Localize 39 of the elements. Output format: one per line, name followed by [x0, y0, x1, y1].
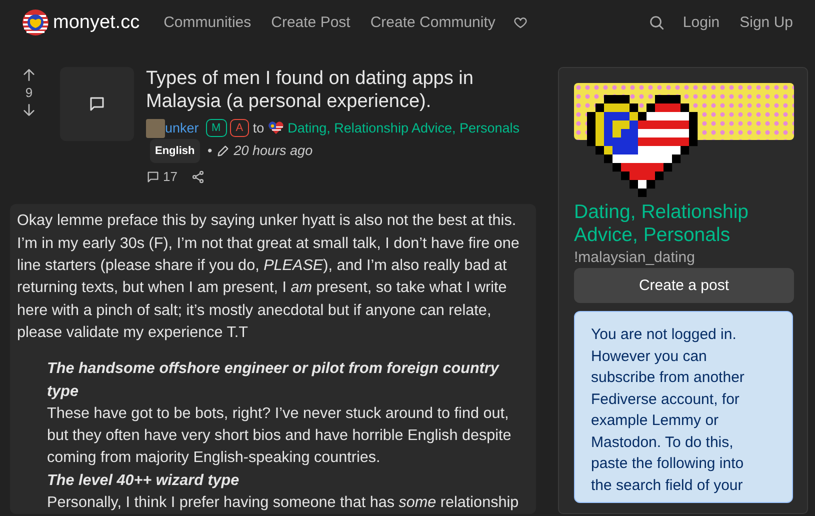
post-title[interactable]: Types of men I found on dating apps in Malaysia (a personal experience). [146, 67, 531, 113]
nav-link[interactable]: Create Post [271, 14, 350, 31]
pencil-icon [216, 144, 230, 158]
to-label: to [252, 120, 264, 136]
post-paragraph: Personally, I think I prefer having someone that has some relationship [47, 493, 520, 513]
login-link[interactable]: Login [682, 14, 720, 31]
nav-link[interactable]: Communities [164, 14, 252, 31]
nav-link[interactable]: Create Community [370, 14, 496, 31]
create-post-button[interactable]: Create a post [574, 268, 794, 303]
section-heading: The handsome offshore engineer or pilot from foreign country type [47, 359, 500, 402]
search-icon[interactable] [648, 14, 665, 31]
flag-heart-icon [268, 121, 284, 136]
comments-button[interactable]: 17 [146, 169, 178, 184]
post-thumbnail[interactable] [60, 67, 134, 141]
downvote-arrow-icon[interactable] [21, 102, 37, 118]
avatar [146, 118, 165, 138]
signup-link[interactable]: Sign Up [740, 14, 793, 31]
comment-icon [88, 95, 106, 113]
site-logo[interactable]: monyet.cc [22, 9, 140, 36]
community-title[interactable]: Dating, Relationship Advice, Personals [574, 201, 793, 247]
post-time: 20 hours ago [234, 143, 313, 158]
vote-score: 9 [25, 85, 33, 100]
community-link[interactable]: Dating, Relationship Advice, Personals [288, 120, 520, 136]
section-heading: The level 40++ wizard type [47, 470, 240, 491]
separator-dot: • [208, 143, 212, 158]
login-notice: You are not logged in. However you can subscribe from another Fediverse account, for example Lemmy or Mastodon. To do this, paste the following into the search field of your [574, 311, 793, 503]
post-paragraph: These have got to be bots, right? I’ve never stuck around to find out, but they often have very short bios and have horrible English despite coming from majority English-speaking countries. [47, 404, 512, 468]
role-badge: M [206, 119, 227, 138]
post-paragraph: Okay lemme preface this by saying unker hyatt is also not the best at this. I’m in my early 30s (F), I’m not that great at small talk, I don’t have fire one line starters (please share if you do, PLEASE), and I’m also really bad at returning texts, but when I am present, I am present, so take what I write here with a pinch of salt; it’s mostly anecdotal but if anyone can relate, please validate my experience T.T [17, 211, 520, 343]
share-icon[interactable] [191, 170, 206, 184]
language-tag: English [150, 139, 200, 164]
author-link[interactable]: unker [165, 120, 199, 136]
upvote-arrow-icon[interactable] [21, 67, 37, 83]
role-badge: A [230, 119, 250, 138]
community-name: !malaysian_dating [574, 249, 696, 266]
flag-logo-icon [22, 9, 49, 36]
comment-icon [146, 170, 160, 184]
site-name: monyet.cc [53, 12, 140, 34]
heart-icon[interactable] [513, 15, 528, 30]
